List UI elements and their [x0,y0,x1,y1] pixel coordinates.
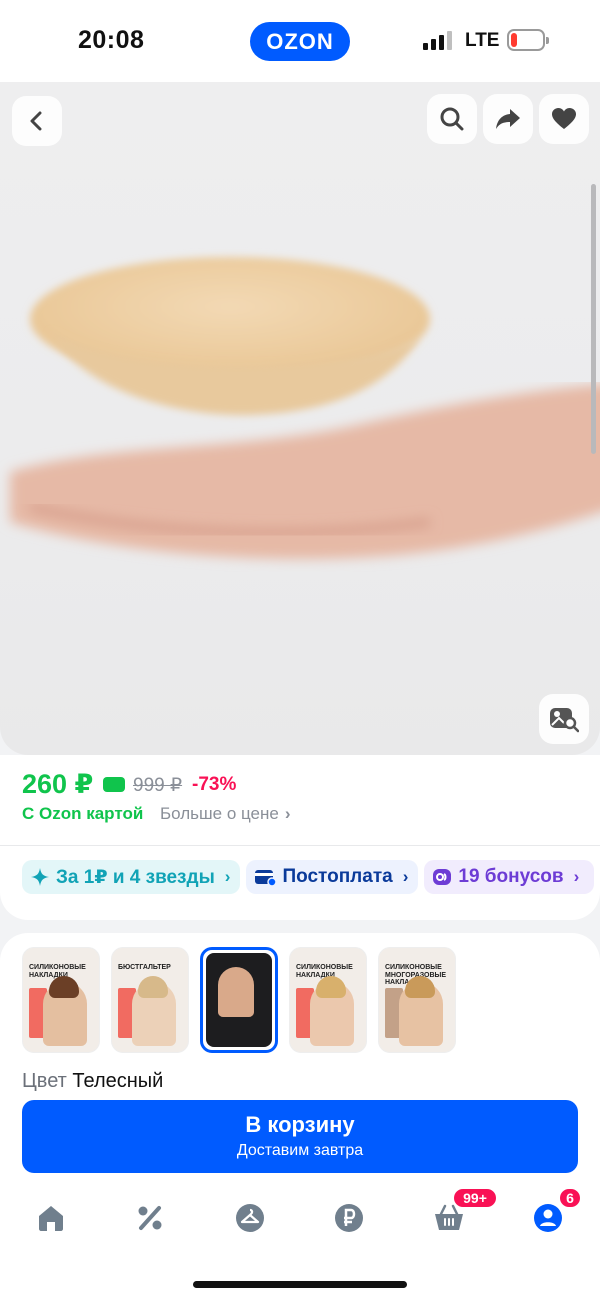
chevron-right-icon: › [224,867,231,886]
heart-icon [552,108,576,129]
chevron-right-icon: › [573,867,580,886]
status-time: 20:08 [78,26,145,54]
thumbnail-hair [138,976,168,998]
thumbnail-image: СИЛИКОНОВЫЕ НАКЛАДКИ [23,948,99,1052]
ozon-logo: OZON [250,22,350,61]
color-value: Телесный [72,1070,164,1092]
divider [0,845,600,846]
promo-chips: За 1₽ и 4 звезды › Постоплата › 19 бонус… [22,860,595,894]
thumbnail-image: СИЛИКОНОВЫЕ НАКЛАДКИ [290,948,366,1052]
variant-thumbnail[interactable]: СИЛИКОНОВЫЕ НАКЛАДКИ [289,947,367,1053]
discount-badge: -73% [192,774,237,795]
cart-badge: 99+ [452,1187,498,1209]
thumbnail-caption: БЮСТГАЛЬТЕР [118,964,171,971]
chevron-right-icon: › [284,804,291,823]
variant-thumbnail[interactable]: СИЛИКОНОВЫЕ МНОГОРАЗОВЫЕ НАКЛАДКИ [378,947,456,1053]
ruble-icon [335,1204,363,1232]
tab-fashion[interactable] [225,1195,275,1241]
hanger-icon [236,1204,264,1232]
home-indicator[interactable] [193,1281,407,1288]
tab-finance[interactable] [324,1195,374,1241]
more-about-price-link[interactable]: Больше о цене › [160,804,291,824]
bottom-tab-bar: 99+ 6 [0,1187,600,1245]
product-image-gallery[interactable] [0,82,600,755]
status-bar: 20:08 OZON LTE [0,0,600,82]
network-type: LTE [465,30,500,51]
silicone-pad-image [30,257,430,416]
tab-sales[interactable] [125,1195,175,1241]
thumbnail-hair [316,976,346,998]
chip-stars-label: За 1₽ и 4 звезды [56,866,215,888]
thumbnail-image: СИЛИКОНОВЫЕ МНОГОРАЗОВЫЕ НАКЛАДКИ [379,948,455,1052]
thumbnail-hair [405,976,435,998]
favorite-button[interactable] [539,94,589,144]
percent-icon [138,1206,162,1230]
image-search-icon [550,708,579,733]
image-search-button[interactable] [539,694,589,744]
thumbnail-hair [49,976,79,998]
wallet-icon [255,870,277,886]
profile-icon [534,1204,562,1232]
back-button[interactable] [12,96,62,146]
chip-bonus[interactable]: 19 бонусов › [424,860,595,894]
chip-postpay[interactable]: Постоплата › [246,860,419,894]
add-to-cart-button[interactable]: В корзину Доставим завтра [22,1100,578,1173]
chevron-left-icon [30,111,42,131]
chevron-right-icon: › [402,867,409,886]
thumbnail-person [218,967,254,1017]
thumbnail-image [206,953,272,1047]
variant-thumbnail[interactable]: БЮСТГАЛЬТЕР [111,947,189,1053]
old-price: 999 ₽ [133,775,183,796]
thumbnail-image: БЮСТГАЛЬТЕР [112,948,188,1052]
home-icon [39,1206,63,1231]
gallery-scrollbar[interactable] [591,184,596,454]
add-to-cart-label: В корзину [245,1112,355,1137]
battery-icon [507,29,549,51]
sparkle-icon [31,868,49,886]
price-card: 260 ₽ 999 ₽ -73% С Ozon картой Больше о … [0,755,600,920]
chip-bonus-label: 19 бонусов [458,866,564,887]
share-icon [496,109,520,129]
color-label: Цвет [22,1070,67,1092]
variant-thumbnails: СИЛИКОНОВЫЕ НАКЛАДКИ БЮСТГАЛЬТЕР СИЛИКОН… [22,947,456,1053]
more-about-price-label: Больше о цене [160,804,279,823]
variant-thumbnail[interactable]: СИЛИКОНОВЫЕ НАКЛАДКИ [22,947,100,1053]
chip-stars[interactable]: За 1₽ и 4 звезды › [22,860,241,894]
ozon-card-label: С Ozon картой [22,804,144,823]
search-icon [440,107,464,131]
search-button[interactable] [427,94,477,144]
variant-thumbnail-selected[interactable] [200,947,278,1053]
share-button[interactable] [483,94,533,144]
current-price: 260 ₽ [22,769,94,799]
cellular-signal-icon [423,30,452,50]
tab-home[interactable] [26,1195,76,1241]
delivery-sublabel: Доставим завтра [236,1142,364,1159]
color-selection: Цвет Телесный [22,1070,163,1093]
bonus-icon [433,869,452,885]
ozon-card-icon [103,777,125,792]
chip-postpay-label: Постоплата [282,866,393,887]
product-screen: 20:08 OZON LTE 260 ₽ 999 ₽ -73% С Ozon к… [0,0,600,1300]
profile-badge: 6 [558,1187,582,1209]
